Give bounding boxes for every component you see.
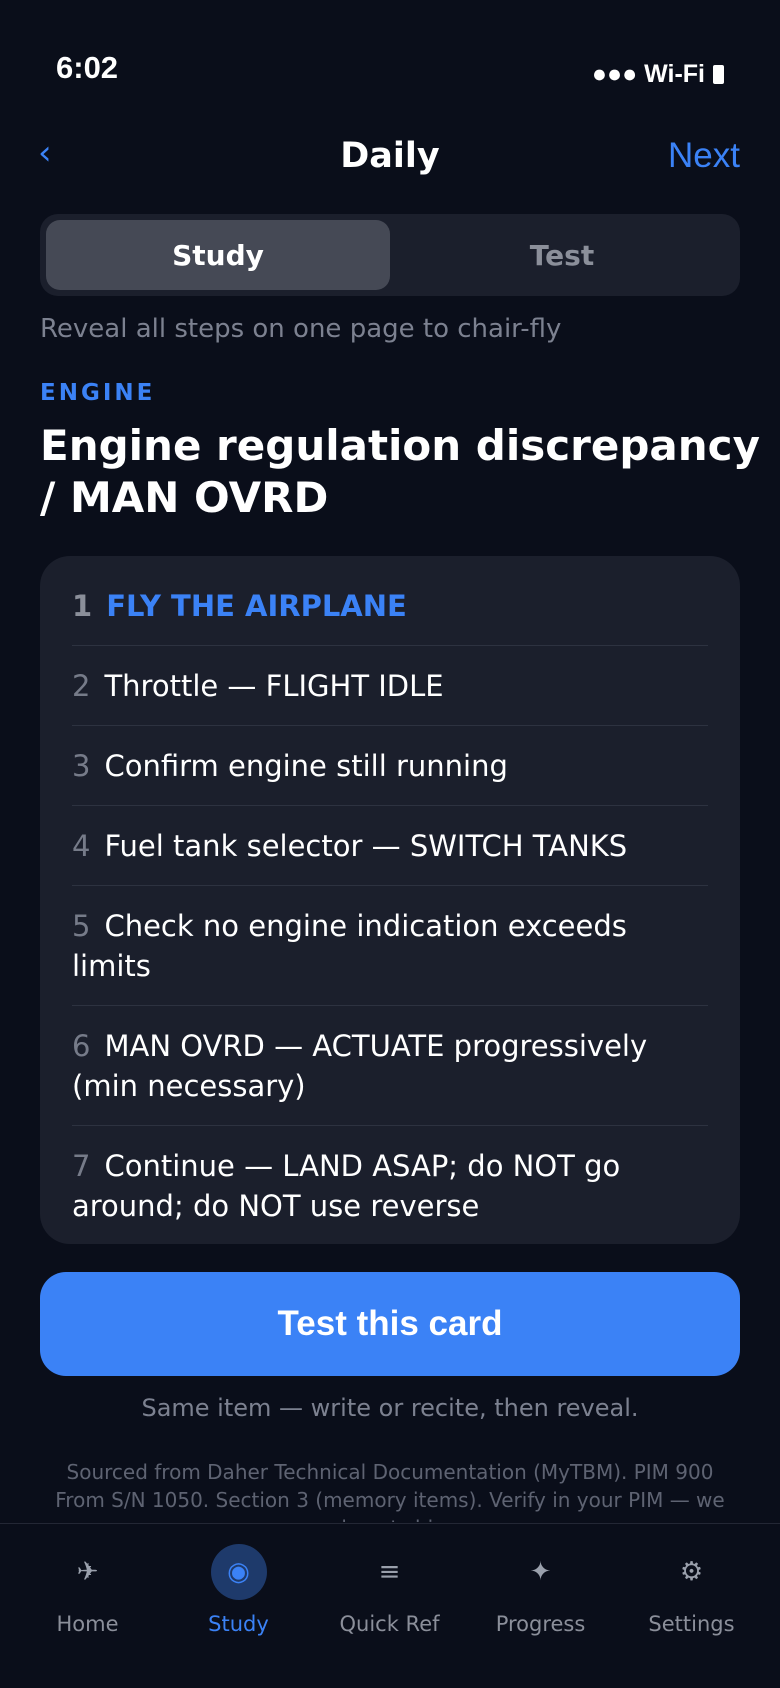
study-icon: ◉ <box>210 1544 267 1600</box>
source-note: Sourced from Daher Technical Documentati… <box>55 1460 725 1522</box>
step-text: FLY THE AIRPLANE <box>106 589 407 623</box>
battery-icon <box>713 65 724 84</box>
tab-home[interactable]: ✈ Home <box>12 1524 163 1688</box>
step-number: 5 <box>72 909 91 943</box>
step-item: 5 Check no engine indication exceeds limi… <box>72 886 708 1006</box>
status-indicators: ●●● Wi-Fi <box>592 60 724 89</box>
tab-label: Progress <box>495 1612 586 1636</box>
card-category: ENGINE <box>40 380 156 406</box>
sparkle-icon: ✦ <box>529 1557 552 1587</box>
step-text: Throttle — FLIGHT IDLE <box>104 669 444 703</box>
step-text: Check no engine indication exceeds limit… <box>72 909 627 983</box>
step-item: 2 Throttle — FLIGHT IDLE <box>72 646 708 726</box>
tab-quick-ref[interactable]: ≡ Quick Ref <box>314 1524 465 1688</box>
step-number: 3 <box>72 749 91 783</box>
screen: 6:02 ●●● Wi-Fi Daily ‹ Next Study Test R… <box>0 0 780 1688</box>
step-text: Confirm engine still running <box>104 749 508 783</box>
step-text: Fuel tank selector — SWITCH TANKS <box>104 829 628 863</box>
tab-label: Quick Ref <box>339 1612 440 1636</box>
tab-label: Settings <box>648 1612 735 1636</box>
tab-progress[interactable]: ✦ Progress <box>465 1524 616 1688</box>
test-segment[interactable]: Test <box>390 220 734 290</box>
gear-icon: ⚙ <box>679 1557 704 1587</box>
signal-wifi-indicator: ●●● Wi-Fi <box>591 60 705 88</box>
tab-study[interactable]: ◉ Study <box>163 1524 314 1688</box>
tab-bar: ✈ Home ◉ Study ≡ Quick Ref ✦ Progress ⚙ … <box>0 1523 780 1688</box>
card-title: Engine regulation discrepancy / MAN OVRD <box>40 421 760 522</box>
step-text: Continue — LAND ASAP; do NOT go around; … <box>72 1149 621 1223</box>
step-item: 4 Fuel tank selector — SWITCH TANKS <box>72 806 708 886</box>
mode-description: Reveal all steps on one page to chair-fl… <box>40 314 562 344</box>
status-time: 6:02 <box>56 50 119 85</box>
tab-label: Study <box>208 1612 269 1636</box>
airplane-icon: ✈ <box>76 1557 99 1587</box>
step-item: 3 Confirm engine still running <box>72 726 708 806</box>
list-icon: ≡ <box>378 1557 401 1587</box>
page-title: Daily <box>340 136 440 176</box>
step-number: 6 <box>72 1029 91 1063</box>
step-number: 7 <box>72 1149 91 1183</box>
steps-card: 1 FLY THE AIRPLANE 2 Throttle — FLIGHT IDL… <box>40 556 740 1244</box>
test-this-card-button[interactable]: Test this card <box>40 1272 740 1376</box>
tab-label: Home <box>56 1612 119 1636</box>
step-number: 4 <box>72 829 91 863</box>
step-number: 2 <box>72 669 91 703</box>
step-item: 7 Continue — LAND ASAP; do NOT go around;… <box>72 1126 708 1245</box>
mode-segmented-control: Study Test <box>40 214 740 296</box>
next-button[interactable]: Next <box>668 136 740 176</box>
step-item: 6 MAN OVRD — ACTUATE progressively (min n… <box>72 1006 708 1126</box>
cta-hint: Same item — write or recite, then reveal… <box>141 1394 639 1422</box>
step-item: 1 FLY THE AIRPLANE <box>72 566 708 646</box>
tab-settings[interactable]: ⚙ Settings <box>616 1524 767 1688</box>
back-chevron-icon[interactable]: ‹ <box>38 136 52 170</box>
step-number: 1 <box>72 589 93 623</box>
study-segment[interactable]: Study <box>46 220 390 290</box>
step-text: MAN OVRD — ACTUATE progressively (min ne… <box>72 1029 648 1103</box>
